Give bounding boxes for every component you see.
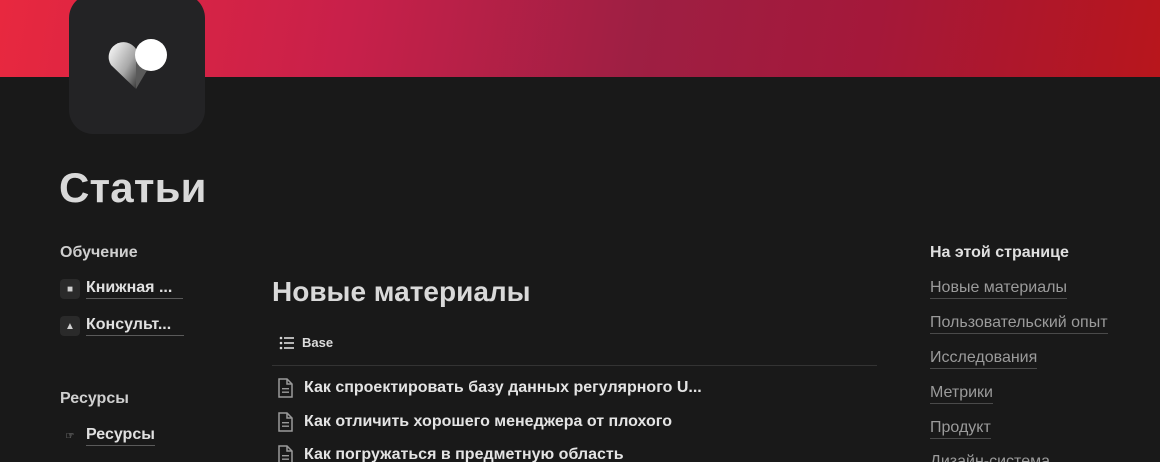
document-icon: [278, 445, 293, 462]
nav-link-consulting[interactable]: ▲ Консульт...: [60, 316, 184, 336]
nav-link-label: Консульт...: [86, 316, 184, 336]
toc-link-metrics[interactable]: Метрики: [930, 384, 993, 404]
hand-pointer-icon: ☞: [65, 430, 75, 442]
nav-link-book-club[interactable]: ■ Книжная ...: [60, 279, 183, 299]
nav-link-label: Книжная ...: [86, 279, 183, 299]
heart-logo-icon: [108, 39, 167, 89]
nav-section-title-learning: Обучение: [60, 244, 138, 261]
document-icon: [278, 378, 293, 398]
list-item[interactable]: Как отличить хорошего менеджера от плохо…: [276, 412, 672, 432]
toc-link-research[interactable]: Исследования: [930, 349, 1038, 369]
view-tab-base[interactable]: Base: [279, 335, 333, 350]
toc-link-user-experience[interactable]: Пользовательский опыт: [930, 314, 1108, 334]
toc-link-product[interactable]: Продукт: [930, 419, 991, 439]
nav-link-label: Ресурсы: [86, 426, 155, 446]
divider: [272, 365, 877, 366]
list-icon: [279, 336, 294, 349]
nav-section-title-resources: Ресурсы: [60, 390, 129, 407]
list-item[interactable]: Как погружаться в предметную область: [276, 445, 624, 462]
page-title: Статьи: [59, 164, 207, 211]
nav-link-resources[interactable]: ☞ Ресурсы: [60, 426, 155, 446]
view-tab-label: Base: [302, 335, 334, 350]
toc-link-new-materials[interactable]: Новые материалы: [930, 279, 1067, 299]
list-item-title: Как спроектировать базу данных регулярно…: [304, 379, 702, 396]
page-icon[interactable]: [69, 0, 205, 134]
book-icon: ■: [60, 279, 80, 299]
document-icon: [278, 412, 293, 432]
toc-link-design-system[interactable]: Дизайн-система: [930, 453, 1050, 462]
list-item-title: Как отличить хорошего менеджера от плохо…: [304, 413, 673, 430]
toc-title: На этой странице: [930, 244, 1069, 261]
list-item-title: Как погружаться в предметную область: [304, 446, 624, 462]
graduation-cap-icon: ▲: [60, 316, 80, 336]
section-heading: Новые материалы: [272, 276, 531, 307]
list-item[interactable]: Как спроектировать базу данных регулярно…: [276, 378, 702, 398]
